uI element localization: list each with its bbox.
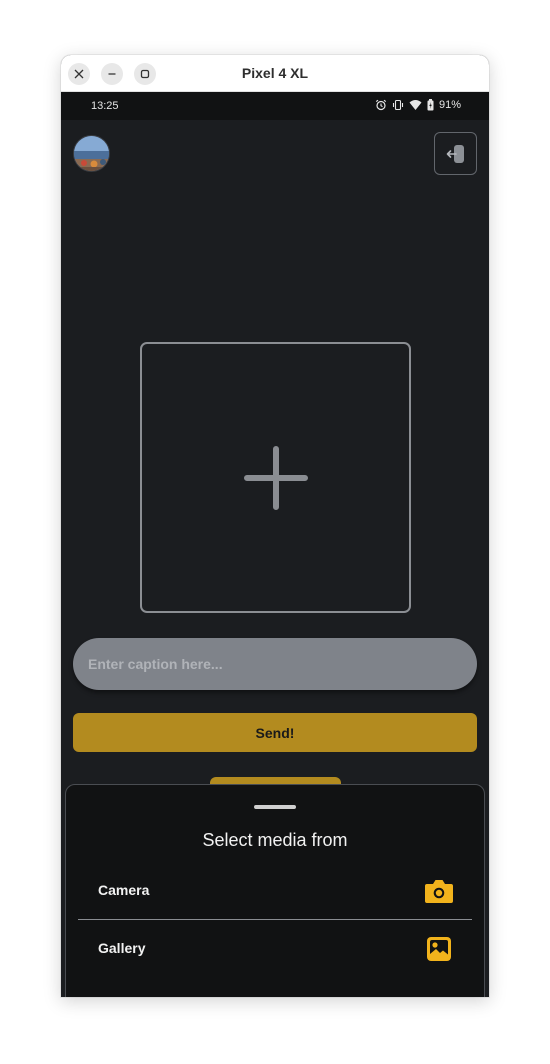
emulator-window: Pixel 4 XL 13:25 91% Enter caption here.… xyxy=(61,55,489,997)
logout-icon xyxy=(446,144,464,163)
app-screen: Send! Select media from Camera Gallery xyxy=(61,120,489,997)
sheet-item-label: Gallery xyxy=(98,940,146,956)
vibrate-icon xyxy=(392,99,404,111)
sheet-divider xyxy=(78,919,472,920)
send-button[interactable]: Send! xyxy=(73,713,477,752)
add-media-box[interactable] xyxy=(140,342,411,613)
status-bar: 13:25 91% xyxy=(61,92,489,120)
image-icon xyxy=(427,937,451,961)
logout-button[interactable] xyxy=(434,132,477,175)
sheet-drag-handle[interactable] xyxy=(254,805,296,809)
sheet-item-camera[interactable]: Camera xyxy=(78,863,472,919)
window-titlebar: Pixel 4 XL xyxy=(61,55,489,92)
avatar-image xyxy=(74,136,109,171)
media-source-sheet: Select media from Camera Gallery xyxy=(65,784,485,997)
sheet-item-gallery[interactable]: Gallery xyxy=(78,921,472,977)
wifi-icon xyxy=(409,100,422,110)
camera-icon xyxy=(425,880,453,903)
window-title: Pixel 4 XL xyxy=(241,65,309,81)
battery-icon xyxy=(427,99,434,111)
plus-icon xyxy=(243,445,308,510)
sheet-title: Select media from xyxy=(202,830,348,850)
alarm-icon xyxy=(375,99,387,111)
battery-percentage: 91% xyxy=(438,99,461,111)
status-icons: 91% xyxy=(375,99,461,111)
caption-input[interactable] xyxy=(73,638,477,690)
status-time: 13:25 xyxy=(91,100,119,112)
send-button-label: Send! xyxy=(255,724,295,741)
sheet-item-label: Camera xyxy=(98,882,150,898)
profile-avatar[interactable] xyxy=(73,135,110,172)
